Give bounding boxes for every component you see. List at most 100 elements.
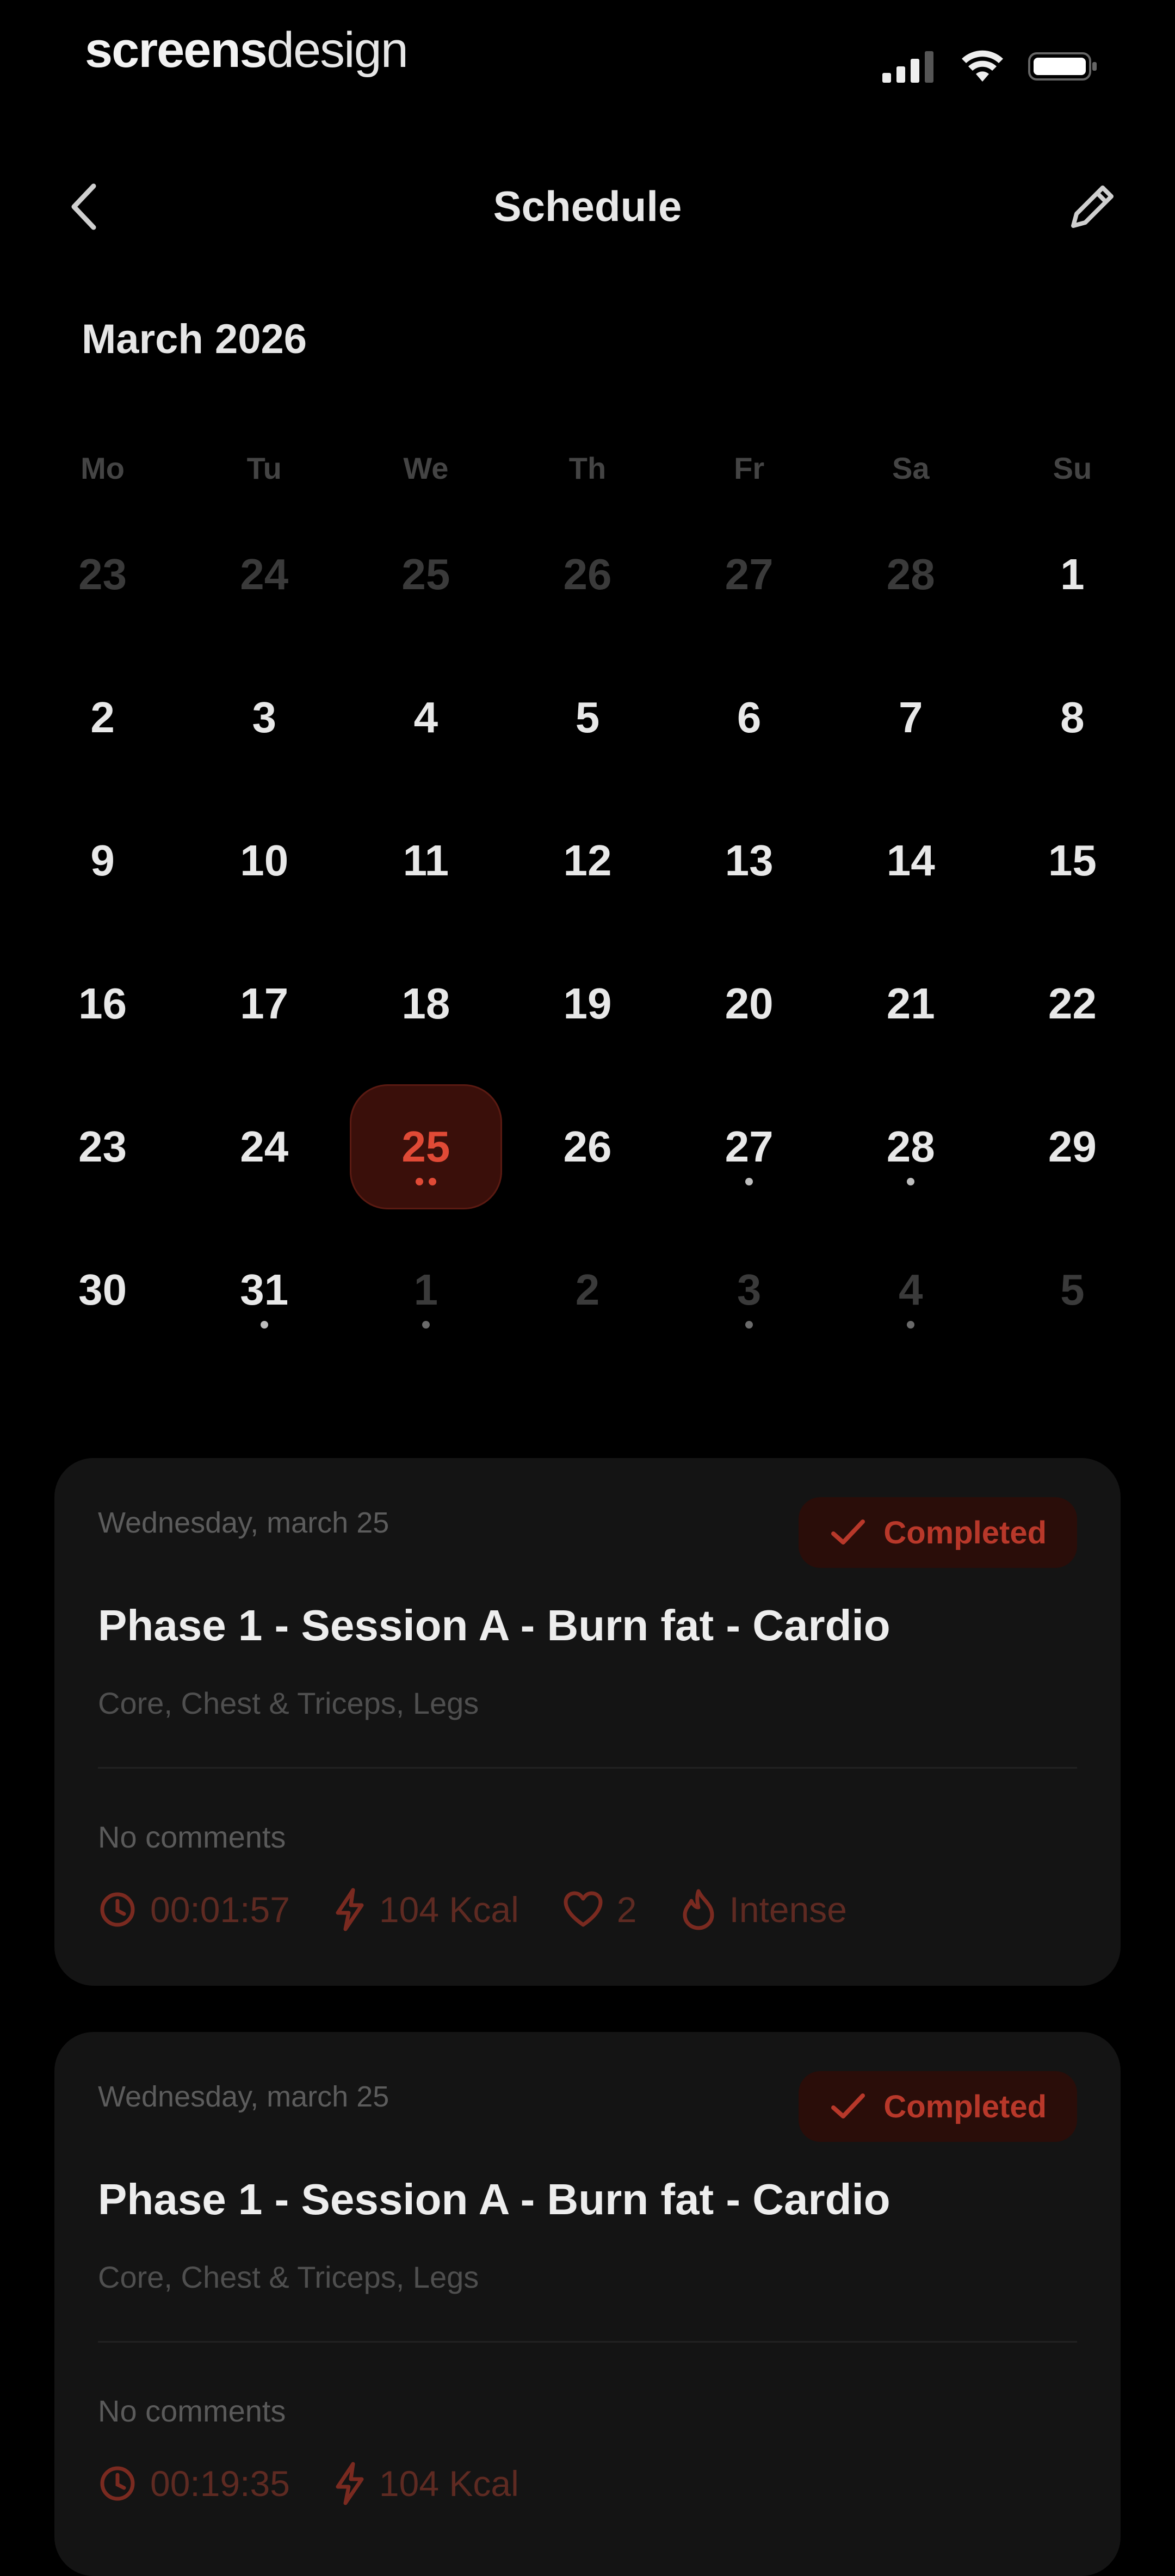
- calendar-day[interactable]: 28: [830, 1075, 992, 1218]
- event-dots: [669, 1178, 830, 1185]
- calendar-day-selected[interactable]: 25: [345, 1075, 506, 1218]
- event-dot: [415, 1178, 423, 1185]
- calendar-day[interactable]: 12: [506, 789, 668, 932]
- calendar-day[interactable]: 7: [830, 646, 992, 789]
- session-card[interactable]: Wednesday, march 25 Completed Phase 1 - …: [54, 2032, 1121, 2576]
- calendar-day[interactable]: 15: [992, 789, 1153, 932]
- session-comments: No comments: [98, 2394, 286, 2428]
- wifi-icon: [961, 50, 1004, 85]
- calendar-day[interactable]: 3: [669, 1218, 830, 1361]
- calendar-day[interactable]: 24: [183, 1075, 345, 1218]
- status-badge-label: Completed: [883, 1515, 1047, 1550]
- calendar-day[interactable]: 11: [345, 789, 506, 932]
- event-dot: [422, 1321, 430, 1329]
- calendar-day-number: 2: [575, 1265, 600, 1314]
- calendar-day-number: 1: [413, 1265, 438, 1314]
- duration-stat: 00:19:35: [98, 2463, 290, 2504]
- event-dots: [830, 1321, 992, 1329]
- calendar-day[interactable]: 23: [22, 503, 183, 646]
- calendar-day-number: 27: [725, 549, 774, 598]
- event-dots: [830, 1178, 992, 1185]
- calendar-day[interactable]: 31: [183, 1218, 345, 1361]
- session-comments: No comments: [98, 1820, 286, 1854]
- days-grid: 23 24 25 26 27 28 1 2 3 4 5 6 7 8 9 10 11 12 13 14 15 16 17 18 1…: [0, 503, 1175, 1361]
- lightning-icon: [336, 2462, 364, 2505]
- intensity-value: Intense: [729, 1889, 848, 1930]
- calendar-day[interactable]: 17: [183, 932, 345, 1075]
- calendar-day[interactable]: 24: [183, 503, 345, 646]
- calendar-day[interactable]: 26: [506, 1075, 668, 1218]
- status-badge-label: Completed: [883, 2089, 1047, 2124]
- weekday-label: We: [403, 450, 449, 485]
- calendar-day[interactable]: 26: [506, 503, 668, 646]
- check-icon: [831, 1519, 865, 1545]
- weekday-label: Sa: [892, 450, 930, 485]
- calendar-day[interactable]: 1: [345, 1218, 506, 1361]
- calendar-day[interactable]: 1: [992, 503, 1153, 646]
- calendar-day[interactable]: 29: [992, 1075, 1153, 1218]
- weekday-label: Mo: [81, 450, 125, 485]
- edit-button[interactable]: [1061, 178, 1121, 238]
- calendar-day[interactable]: 22: [992, 932, 1153, 1075]
- calendar-day[interactable]: 4: [830, 1218, 992, 1361]
- calendar-day-number: 26: [563, 1122, 612, 1171]
- header: Schedule: [0, 163, 1175, 250]
- calendar-day[interactable]: 18: [345, 932, 506, 1075]
- calendar-day[interactable]: 2: [506, 1218, 668, 1361]
- clock-icon: [100, 1892, 135, 1927]
- event-dot: [428, 1178, 436, 1185]
- calendar-day[interactable]: 27: [669, 1075, 830, 1218]
- calendar-day[interactable]: 19: [506, 932, 668, 1075]
- clock-icon: [100, 2466, 135, 2501]
- calendar-day-number: 11: [403, 836, 449, 885]
- month-label: March 2026: [82, 316, 307, 362]
- calendar-day[interactable]: 25: [345, 503, 506, 646]
- calendar-day[interactable]: 16: [22, 932, 183, 1075]
- session-card[interactable]: Wednesday, march 25 Completed Phase 1 - …: [54, 1458, 1121, 1986]
- calendar-day-number: 4: [413, 693, 438, 742]
- calendar-day-number: 20: [725, 979, 774, 1028]
- event-dots: [669, 1321, 830, 1329]
- event-dot: [260, 1321, 268, 1329]
- check-icon: [831, 2093, 865, 2118]
- calendar-day[interactable]: 10: [183, 789, 345, 932]
- calendar-day[interactable]: 28: [830, 503, 992, 646]
- calendar-day-number: 25: [401, 1122, 450, 1171]
- calendar-day-number: 19: [563, 979, 612, 1028]
- calendar-day-number: 5: [1060, 1265, 1085, 1314]
- event-dot: [745, 1321, 753, 1329]
- calendar-day-number: 9: [90, 836, 115, 885]
- session-date: Wednesday, march 25: [98, 1506, 389, 1539]
- calendar-day[interactable]: 5: [506, 646, 668, 789]
- calendar-day[interactable]: 3: [183, 646, 345, 789]
- calendar: Mo Tu We Th Fr Sa Su 23 24 25 26 27 28 1 2 3 4 5 6 7…: [0, 435, 1175, 1361]
- calendar-day[interactable]: 4: [345, 646, 506, 789]
- calendar-day[interactable]: 13: [669, 789, 830, 932]
- calendar-day-number: 6: [737, 693, 762, 742]
- divider: [98, 1767, 1077, 1769]
- status-badge: Completed: [799, 2071, 1077, 2142]
- calendar-day-number: 7: [899, 693, 923, 742]
- calendar-day[interactable]: 8: [992, 646, 1153, 789]
- calendar-day[interactable]: 27: [669, 503, 830, 646]
- flame-icon: [683, 1889, 714, 1930]
- calendar-day[interactable]: 20: [669, 932, 830, 1075]
- weekday-label: Th: [568, 450, 607, 485]
- calendar-day-number: 27: [725, 1122, 774, 1171]
- calendar-day[interactable]: 14: [830, 789, 992, 932]
- status-icons: [882, 50, 1099, 85]
- intensity-stat: Intense: [681, 1888, 848, 1931]
- calendar-day[interactable]: 5: [992, 1218, 1153, 1361]
- calendar-day[interactable]: 6: [669, 646, 830, 789]
- calendar-day-number: 12: [563, 836, 612, 885]
- calendar-day[interactable]: 30: [22, 1218, 183, 1361]
- calendar-day[interactable]: 21: [830, 932, 992, 1075]
- event-dot: [745, 1178, 753, 1185]
- event-dots: [345, 1178, 506, 1185]
- calendar-day[interactable]: 23: [22, 1075, 183, 1218]
- session-muscles: Core, Chest & Triceps, Legs: [98, 1686, 479, 1720]
- calories-value: 104 Kcal: [379, 1889, 519, 1930]
- calendar-day[interactable]: 9: [22, 789, 183, 932]
- calendar-day-number: 23: [78, 549, 127, 598]
- calendar-day[interactable]: 2: [22, 646, 183, 789]
